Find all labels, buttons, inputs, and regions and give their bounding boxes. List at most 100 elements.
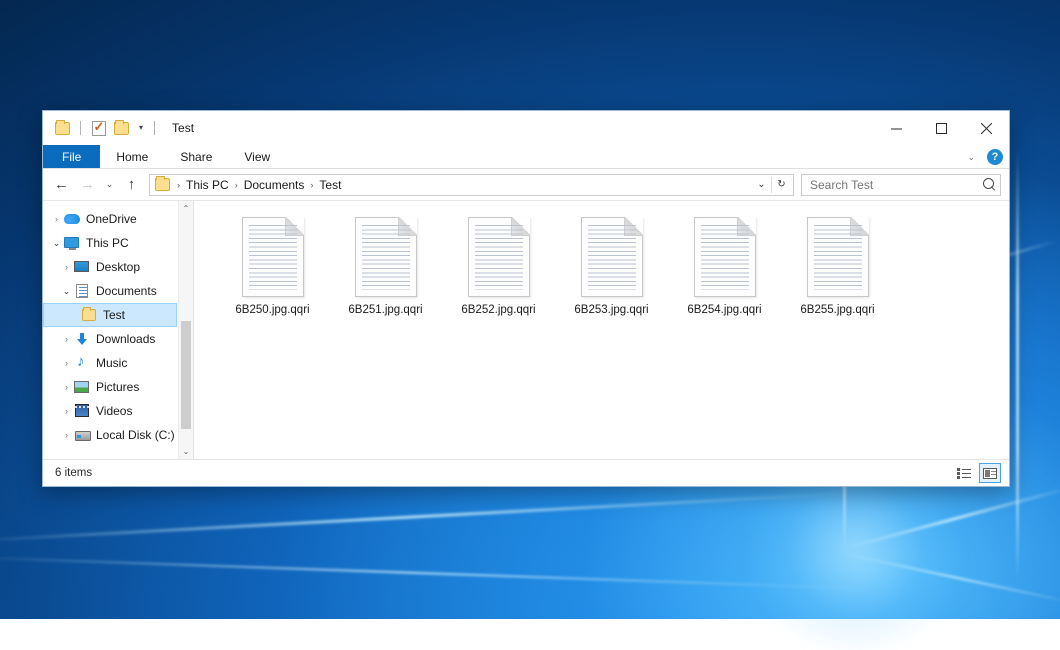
desktop-icon xyxy=(74,259,90,275)
wallpaper-ray-upper-left xyxy=(0,491,859,543)
videos-icon xyxy=(74,403,90,419)
documents-icon xyxy=(74,283,90,299)
sidebar-item-label: Downloads xyxy=(96,332,155,346)
folder-icon xyxy=(81,307,97,323)
sidebar-item-this-pc[interactable]: ⌄ This PC xyxy=(43,231,193,255)
file-list-view[interactable]: 6B250.jpg.qqri 6B251.jpg.qqri 6B252.jpg.… xyxy=(193,201,1009,459)
scroll-down-icon[interactable]: ⌄ xyxy=(179,444,193,459)
breadcrumb-item-documents[interactable]: Documents xyxy=(240,178,309,192)
maximize-button[interactable] xyxy=(919,111,964,145)
search-box[interactable]: Search Test xyxy=(801,174,1001,196)
file-item[interactable]: 6B254.jpg.qqri xyxy=(668,217,781,345)
file-name-label: 6B251.jpg.qqri xyxy=(348,304,422,316)
breadcrumb-item-test[interactable]: Test xyxy=(315,178,345,192)
recent-locations-button[interactable]: ⌄ xyxy=(101,173,118,197)
window-title: Test xyxy=(172,121,194,135)
sidebar-item-label: Videos xyxy=(96,404,132,418)
breadcrumb-folder-icon xyxy=(155,178,170,191)
sidebar-item-label: Desktop xyxy=(96,260,140,274)
search-input[interactable]: Search Test xyxy=(810,178,983,192)
chevron-right-icon[interactable]: › xyxy=(59,358,74,368)
sidebar-item-test[interactable]: Test xyxy=(43,303,177,327)
address-bar[interactable]: › This PC › Documents › Test ⌄ ↻ xyxy=(149,174,794,196)
chevron-right-icon[interactable]: › xyxy=(59,430,74,440)
file-name-label: 6B253.jpg.qqri xyxy=(574,304,648,316)
breadcrumb-separator: › xyxy=(233,180,240,190)
breadcrumb-separator: › xyxy=(308,180,315,190)
sidebar-item-label: Local Disk (C:) xyxy=(96,428,175,442)
sidebar-item-videos[interactable]: › Videos xyxy=(43,399,193,423)
chevron-down-icon[interactable]: ⌄ xyxy=(49,238,64,249)
downloads-icon xyxy=(74,331,90,347)
forward-button: → xyxy=(75,173,100,197)
file-name-label: 6B250.jpg.qqri xyxy=(235,304,309,316)
chevron-right-icon[interactable]: › xyxy=(59,262,74,272)
chevron-right-icon[interactable]: › xyxy=(59,334,74,344)
chevron-down-icon[interactable]: ⌄ xyxy=(752,175,771,195)
tab-share[interactable]: Share xyxy=(164,145,228,168)
chevron-down-icon[interactable]: ▾ xyxy=(136,124,146,132)
sidebar-item-onedrive[interactable]: › OneDrive xyxy=(43,207,193,231)
chevron-right-icon[interactable]: › xyxy=(49,214,64,224)
qat-separator-2 xyxy=(154,121,155,135)
music-icon xyxy=(74,355,90,371)
help-icon[interactable]: ? xyxy=(987,149,1003,165)
generic-file-icon xyxy=(242,217,304,297)
properties-icon[interactable] xyxy=(89,119,108,138)
navigation-pane-scrollbar[interactable]: ⌃ ⌄ xyxy=(178,201,193,459)
quick-access-toolbar: ▾ Test xyxy=(43,119,194,138)
this-pc-icon xyxy=(64,235,80,251)
back-button[interactable]: ← xyxy=(49,173,74,197)
ribbon-tab-bar: File Home Share View ⌄ ? xyxy=(43,145,1009,169)
file-name-label: 6B252.jpg.qqri xyxy=(461,304,535,316)
wallpaper-vertical-bar-right xyxy=(1016,150,1019,580)
file-name-label: 6B255.jpg.qqri xyxy=(800,304,874,316)
folder-icon[interactable] xyxy=(53,119,72,138)
file-item[interactable]: 6B253.jpg.qqri xyxy=(555,217,668,345)
minimize-button[interactable] xyxy=(874,111,919,145)
onedrive-icon xyxy=(64,211,80,227)
qat-separator-1 xyxy=(80,121,81,135)
refresh-icon[interactable]: ↻ xyxy=(772,175,791,195)
chevron-right-icon[interactable]: › xyxy=(59,382,74,392)
address-bar-row: ← → ⌄ ↑ › This PC › Documents › Test ⌄ ↻… xyxy=(43,169,1009,200)
window-body: › OneDrive ⌄ This PC › Desktop ⌄ Documen… xyxy=(43,200,1009,459)
new-folder-icon[interactable] xyxy=(112,119,131,138)
sidebar-item-label: Documents xyxy=(96,284,157,298)
title-bar: ▾ Test xyxy=(43,111,1009,145)
file-item[interactable]: 6B252.jpg.qqri xyxy=(442,217,555,345)
generic-file-icon xyxy=(694,217,756,297)
tab-view[interactable]: View xyxy=(228,145,286,168)
breadcrumb-separator: › xyxy=(175,180,182,190)
pictures-icon xyxy=(74,379,90,395)
breadcrumb-item-this-pc[interactable]: This PC xyxy=(182,178,233,192)
scroll-up-icon[interactable]: ⌃ xyxy=(179,201,193,216)
details-view-button[interactable] xyxy=(953,463,975,483)
file-item[interactable]: 6B255.jpg.qqri xyxy=(781,217,894,345)
scrollbar-thumb[interactable] xyxy=(181,321,191,429)
chevron-down-icon[interactable]: ⌄ xyxy=(963,152,979,163)
up-button[interactable]: ↑ xyxy=(119,173,144,197)
large-icons-view-button[interactable] xyxy=(979,463,1001,483)
sidebar-item-label: Test xyxy=(103,308,125,322)
tab-file[interactable]: File xyxy=(43,145,100,168)
file-explorer-window: ▾ Test File Home Share View ⌄ ? ← → xyxy=(42,110,1010,487)
close-button[interactable] xyxy=(964,111,1009,145)
sidebar-item-music[interactable]: › Music xyxy=(43,351,193,375)
sidebar-item-documents[interactable]: ⌄ Documents xyxy=(43,279,193,303)
sidebar-item-label: This PC xyxy=(86,236,129,250)
chevron-right-icon[interactable]: › xyxy=(59,406,74,416)
tab-home[interactable]: Home xyxy=(100,145,164,168)
sidebar-item-local-disk[interactable]: › Local Disk (C:) xyxy=(43,423,193,447)
file-item[interactable]: 6B251.jpg.qqri xyxy=(329,217,442,345)
chevron-down-icon[interactable]: ⌄ xyxy=(59,286,74,297)
sidebar-item-downloads[interactable]: › Downloads xyxy=(43,327,193,351)
status-bar: 6 items xyxy=(43,459,1009,486)
generic-file-icon xyxy=(807,217,869,297)
file-item[interactable]: 6B250.jpg.qqri xyxy=(216,217,329,345)
disk-icon xyxy=(74,427,90,443)
view-mode-buttons xyxy=(953,463,1001,483)
ribbon-right-controls: ⌄ ? xyxy=(963,145,1003,169)
sidebar-item-desktop[interactable]: › Desktop xyxy=(43,255,193,279)
sidebar-item-pictures[interactable]: › Pictures xyxy=(43,375,193,399)
